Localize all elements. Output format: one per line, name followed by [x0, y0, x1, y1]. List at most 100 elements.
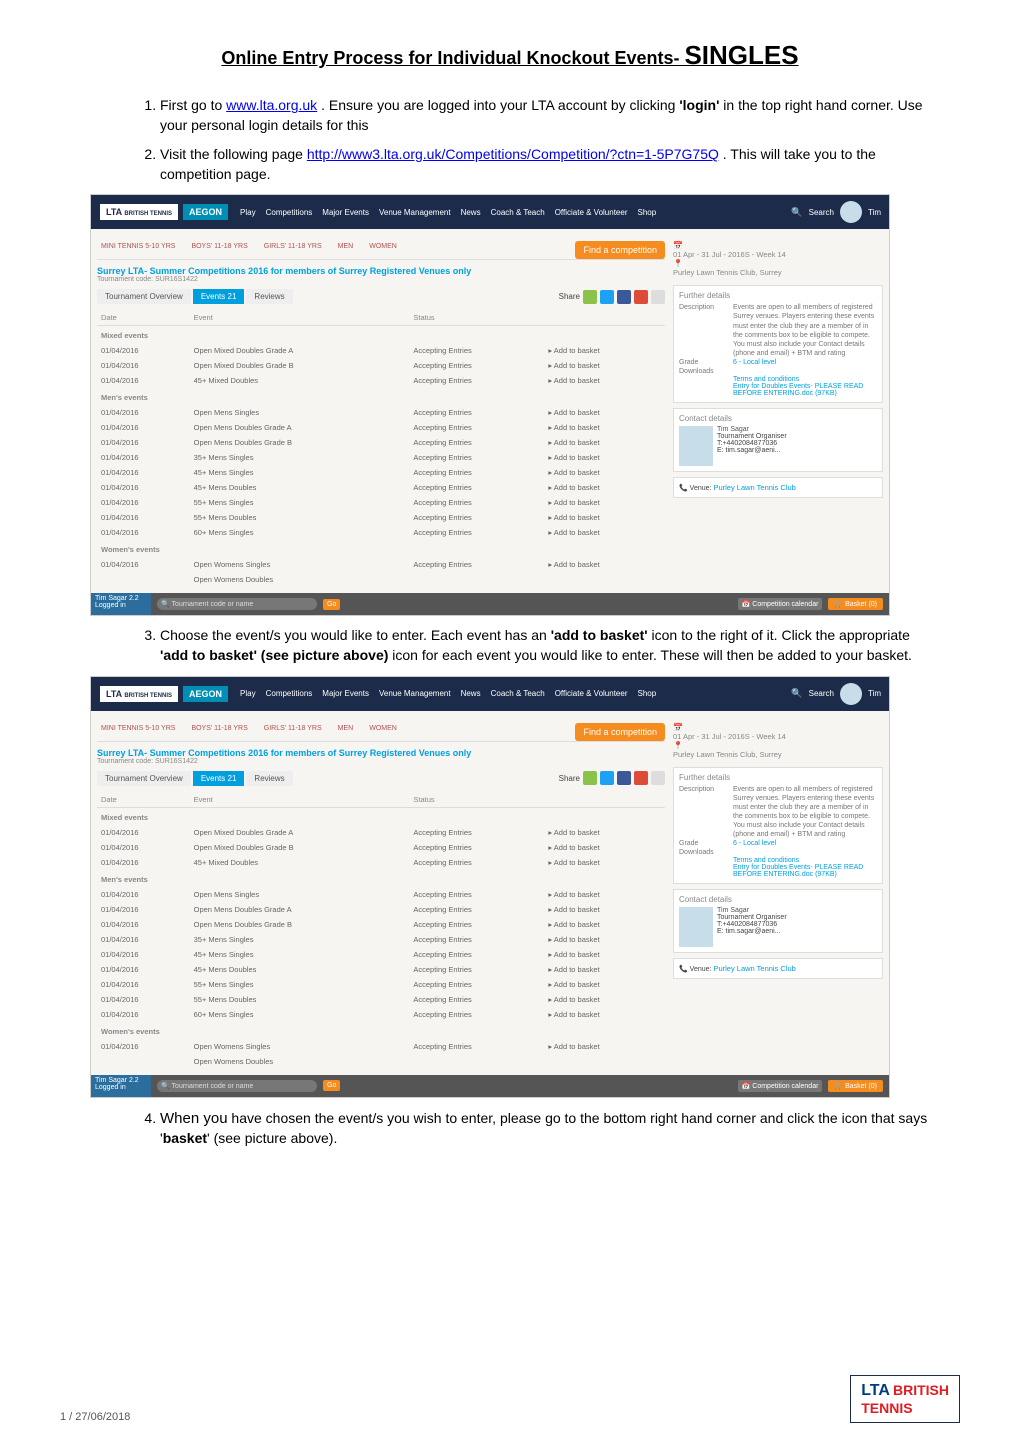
cell-event-name[interactable]: 60+ Mens Singles [190, 1007, 410, 1022]
venue-link[interactable]: Purley Lawn Tennis Club [713, 483, 795, 492]
share-facebook-icon[interactable] [617, 771, 631, 785]
cell-event-name[interactable]: Open Mens Singles [190, 887, 410, 902]
nav-venue-management[interactable]: Venue Management [379, 689, 451, 698]
cell-event-name[interactable]: Open Womens Doubles [190, 1054, 410, 1069]
venue-link[interactable]: Purley Lawn Tennis Club [713, 964, 795, 973]
cell-event-name[interactable]: 55+ Mens Singles [190, 977, 410, 992]
add-to-basket-link[interactable]: ▸ Add to basket [544, 525, 665, 540]
add-to-basket-link[interactable]: ▸ Add to basket [544, 495, 665, 510]
add-to-basket-link[interactable]: ▸ Add to basket [544, 465, 665, 480]
user-name[interactable]: Tim [868, 689, 881, 698]
tab-men[interactable]: MEN [334, 241, 358, 252]
search-icon[interactable] [791, 688, 802, 699]
cell-event-name[interactable]: Open Mens Doubles Grade B [190, 435, 410, 450]
competition-calendar-button[interactable]: 📅 Competition calendar [738, 1080, 823, 1092]
search-icon[interactable] [791, 207, 802, 218]
add-to-basket-link[interactable]: ▸ Add to basket [544, 358, 665, 373]
nav-competitions[interactable]: Competitions [266, 208, 313, 217]
tournament-search-input[interactable]: Tournament code or name [157, 598, 317, 610]
cell-event-name[interactable]: Open Mens Doubles Grade A [190, 420, 410, 435]
cell-event-name[interactable]: 45+ Mens Singles [190, 947, 410, 962]
find-competition-button[interactable]: Find a competition [575, 241, 665, 259]
basket-button[interactable]: 🛒 Basket (0) [828, 598, 883, 610]
lta-link[interactable]: www.lta.org.uk [226, 97, 317, 113]
share-mail-icon[interactable] [651, 290, 665, 304]
add-to-basket-link[interactable]: ▸ Add to basket [544, 510, 665, 525]
tab-reviews[interactable]: Reviews [246, 771, 292, 786]
avatar[interactable] [840, 201, 862, 223]
add-to-basket-link[interactable]: ▸ Add to basket [544, 420, 665, 435]
tournament-search-input[interactable]: Tournament code or name [157, 1080, 317, 1092]
cell-event-name[interactable]: Open Womens Singles [190, 557, 410, 572]
nav-shop[interactable]: Shop [638, 689, 657, 698]
nav-coach-teach[interactable]: Coach & Teach [491, 689, 545, 698]
add-to-basket-link[interactable]: ▸ Add to basket [544, 450, 665, 465]
basket-button[interactable]: 🛒 Basket (0) [828, 1080, 883, 1092]
find-competition-button[interactable]: Find a competition [575, 723, 665, 741]
competition-link[interactable]: http://www3.lta.org.uk/Competitions/Comp… [307, 146, 719, 162]
cell-event-name[interactable]: Open Mixed Doubles Grade A [190, 825, 410, 840]
add-to-basket-link[interactable]: ▸ Add to basket [544, 932, 665, 947]
download-entry-doc-link[interactable]: Entry for Doubles Events- PLEASE READ BE… [733, 383, 877, 397]
tab-women[interactable]: WOMEN [365, 241, 401, 252]
tab-reviews[interactable]: Reviews [246, 289, 292, 304]
nav-coach-teach[interactable]: Coach & Teach [491, 208, 545, 217]
cell-event-name[interactable]: 45+ Mens Singles [190, 465, 410, 480]
share-sharethis-icon[interactable] [583, 771, 597, 785]
nav-news[interactable]: News [461, 208, 481, 217]
add-to-basket-link[interactable]: ▸ Add to basket [544, 373, 665, 388]
add-to-basket-link[interactable]: ▸ Add to basket [544, 1007, 665, 1022]
nav-play[interactable]: Play [240, 689, 256, 698]
download-terms-link[interactable]: Terms and conditions [733, 857, 877, 864]
go-button[interactable]: Go [323, 1080, 340, 1091]
tab-women[interactable]: WOMEN [365, 723, 401, 734]
go-button[interactable]: Go [323, 599, 340, 610]
cell-event-name[interactable]: 55+ Mens Doubles [190, 992, 410, 1007]
add-to-basket-link[interactable]: ▸ Add to basket [544, 435, 665, 450]
cell-event-name[interactable]: 45+ Mixed Doubles [190, 373, 410, 388]
cell-event-name[interactable]: Open Mens Doubles Grade B [190, 917, 410, 932]
nav-major-events[interactable]: Major Events [322, 208, 369, 217]
cell-event-name[interactable]: 55+ Mens Doubles [190, 510, 410, 525]
add-to-basket-link[interactable]: ▸ Add to basket [544, 917, 665, 932]
nav-shop[interactable]: Shop [638, 208, 657, 217]
add-to-basket-link[interactable] [544, 1054, 665, 1069]
tab-boys[interactable]: BOYS' 11-18 YRS [187, 241, 251, 252]
add-to-basket-link[interactable]: ▸ Add to basket [544, 840, 665, 855]
tab-men[interactable]: MEN [334, 723, 358, 734]
cell-event-name[interactable]: 45+ Mens Doubles [190, 480, 410, 495]
add-to-basket-link[interactable]: ▸ Add to basket [544, 977, 665, 992]
cell-event-name[interactable]: 55+ Mens Singles [190, 495, 410, 510]
nav-news[interactable]: News [461, 689, 481, 698]
tab-mini-tennis[interactable]: MINI TENNIS 5-10 YRS [97, 723, 179, 734]
cell-event-name[interactable]: 60+ Mens Singles [190, 525, 410, 540]
avatar[interactable] [840, 683, 862, 705]
tab-mini-tennis[interactable]: MINI TENNIS 5-10 YRS [97, 241, 179, 252]
add-to-basket-link[interactable]: ▸ Add to basket [544, 887, 665, 902]
cell-event-name[interactable]: Open Womens Singles [190, 1039, 410, 1054]
cell-event-name[interactable]: Open Mens Singles [190, 405, 410, 420]
download-terms-link[interactable]: Terms and conditions [733, 376, 877, 383]
add-to-basket-link[interactable]: ▸ Add to basket [544, 1039, 665, 1054]
tab-overview[interactable]: Tournament Overview [97, 771, 191, 786]
share-mail-icon[interactable] [651, 771, 665, 785]
add-to-basket-link[interactable]: ▸ Add to basket [544, 902, 665, 917]
search-label[interactable]: Search [809, 208, 834, 217]
add-to-basket-link[interactable]: ▸ Add to basket [544, 343, 665, 358]
tab-events[interactable]: Events 21 [193, 289, 245, 304]
tab-girls[interactable]: GIRLS' 11-18 YRS [260, 723, 326, 734]
share-sharethis-icon[interactable] [583, 290, 597, 304]
tab-events[interactable]: Events 21 [193, 771, 245, 786]
cell-event-name[interactable]: Open Mixed Doubles Grade B [190, 840, 410, 855]
cell-event-name[interactable]: Open Mixed Doubles Grade A [190, 343, 410, 358]
cell-event-name[interactable]: Open Mixed Doubles Grade B [190, 358, 410, 373]
add-to-basket-link[interactable]: ▸ Add to basket [544, 855, 665, 870]
add-to-basket-link[interactable]: ▸ Add to basket [544, 480, 665, 495]
cell-event-name[interactable]: 45+ Mixed Doubles [190, 855, 410, 870]
share-facebook-icon[interactable] [617, 290, 631, 304]
user-name[interactable]: Tim [868, 208, 881, 217]
add-to-basket-link[interactable]: ▸ Add to basket [544, 557, 665, 572]
cell-event-name[interactable]: 35+ Mens Singles [190, 450, 410, 465]
cell-event-name[interactable]: 45+ Mens Doubles [190, 962, 410, 977]
share-twitter-icon[interactable] [600, 290, 614, 304]
